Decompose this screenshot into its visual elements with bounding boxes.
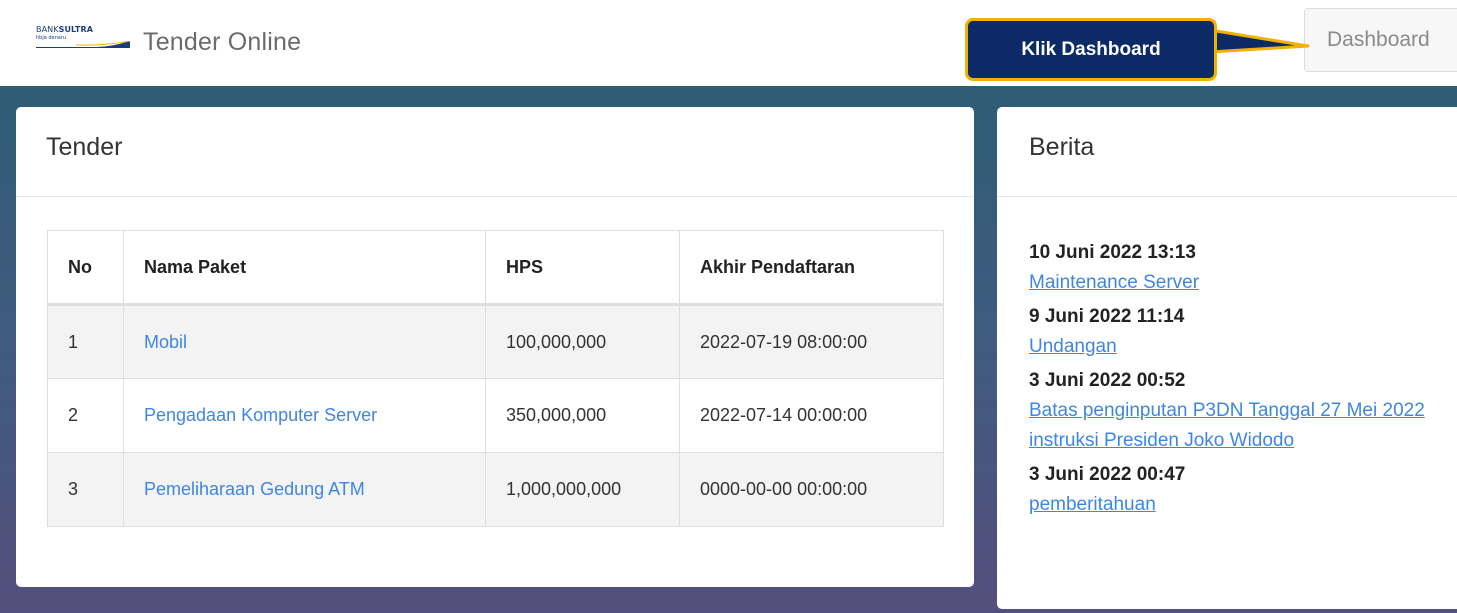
table-header-row: No Nama Paket HPS Akhir Pendaftaran	[47, 230, 944, 306]
cell-no: 1	[47, 304, 124, 379]
table-row: 1 Mobil 100,000,000 2022-07-19 08:00:00	[47, 304, 944, 379]
news-date: 3 Juni 2022 00:47	[1029, 464, 1186, 485]
news-link[interactable]: Undangan	[1029, 332, 1457, 362]
cell-no: 2	[47, 378, 124, 453]
news-date: 10 Juni 2022 13:13	[1029, 242, 1196, 263]
app-title[interactable]: Tender Online	[143, 28, 301, 57]
cell-hps: 350,000,000	[485, 378, 680, 453]
logo-swoosh-icon	[36, 41, 130, 48]
paket-link[interactable]: Pemeliharaan Gedung ATM	[144, 479, 365, 499]
column-header-akhir-pendaftaran: Akhir Pendaftaran	[679, 230, 944, 306]
table-row: 2 Pengadaan Komputer Server 350,000,000 …	[47, 378, 944, 453]
berita-card-title: Berita	[997, 107, 1457, 197]
news-date: 9 Juni 2022 11:14	[1029, 306, 1185, 327]
cell-nama-paket: Pengadaan Komputer Server	[123, 378, 486, 453]
berita-card: Berita 10 Juni 2022 13:13 Maintenance Se…	[997, 107, 1457, 609]
cell-hps: 100,000,000	[485, 304, 680, 379]
tender-card: Tender No Nama Paket HPS Akhir Pendaftar…	[16, 107, 974, 587]
news-link[interactable]: Batas penginputan P3DN Tanggal 27 Mei 20…	[1029, 396, 1457, 456]
cell-akhir-pendaftaran: 2022-07-14 00:00:00	[679, 378, 944, 453]
news-link[interactable]: Maintenance Server	[1029, 268, 1457, 298]
column-header-no: No	[47, 230, 124, 306]
cell-nama-paket: Pemeliharaan Gedung ATM	[123, 452, 486, 527]
cell-hps: 1,000,000,000	[485, 452, 680, 527]
news-list: 10 Juni 2022 13:13 Maintenance Server 9 …	[1029, 238, 1457, 524]
tender-table: No Nama Paket HPS Akhir Pendaftaran 1 Mo…	[47, 230, 944, 527]
paket-link[interactable]: Mobil	[144, 332, 187, 352]
logo-text: BANKSULTRA	[36, 25, 94, 34]
news-date: 3 Juni 2022 00:52	[1029, 370, 1186, 391]
cell-akhir-pendaftaran: 2022-07-19 08:00:00	[679, 304, 944, 379]
column-header-nama-paket: Nama Paket	[123, 230, 486, 306]
callout-pointer	[1208, 28, 1310, 54]
cell-nama-paket: Mobil	[123, 304, 486, 379]
bank-sultra-logo[interactable]: BANKSULTRA hbja denaru	[36, 24, 130, 48]
cell-no: 3	[47, 452, 124, 527]
paket-link[interactable]: Pengadaan Komputer Server	[144, 405, 377, 425]
dashboard-button[interactable]: Dashboard	[1304, 8, 1457, 72]
table-row: 3 Pemeliharaan Gedung ATM 1,000,000,000 …	[47, 452, 944, 527]
callout-annotation: Klik Dashboard	[965, 18, 1217, 81]
column-header-hps: HPS	[485, 230, 680, 306]
tender-card-title: Tender	[16, 107, 974, 197]
cell-akhir-pendaftaran: 0000-00-00 00:00:00	[679, 452, 944, 527]
news-link[interactable]: pemberitahuan	[1029, 490, 1457, 520]
